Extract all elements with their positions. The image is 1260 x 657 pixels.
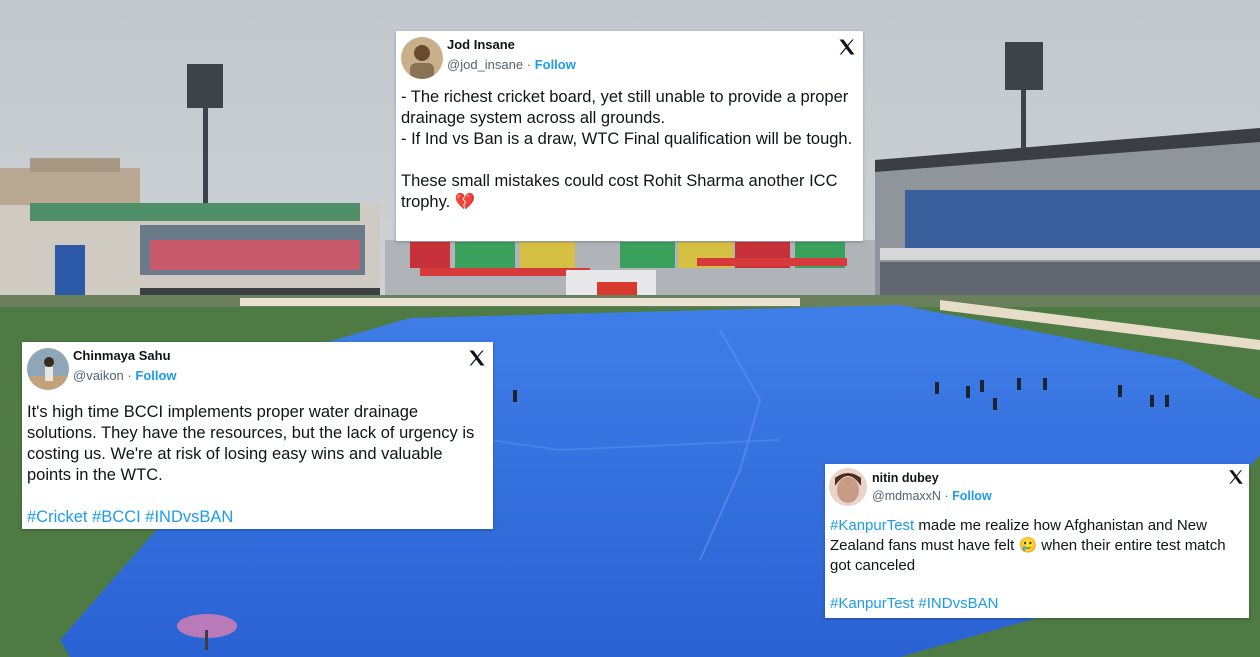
author-handle-line: @mdmaxxN · Follow: [872, 489, 992, 503]
tweet-card-nitin-dubey[interactable]: nitin dubey @mdmaxxN · Follow #KanpurTes…: [825, 464, 1249, 618]
author-handle-line: @jod_insane · Follow: [447, 57, 576, 72]
author-handle[interactable]: @vaikon: [73, 368, 124, 383]
tweet-text: It's high time BCCI implements proper wa…: [22, 402, 493, 528]
separator: ·: [944, 489, 949, 503]
avatar[interactable]: [401, 37, 443, 79]
separator: ·: [127, 368, 132, 383]
author-name[interactable]: Jod Insane: [447, 37, 515, 52]
follow-button[interactable]: Follow: [135, 368, 176, 383]
author-handle-line: @vaikon · Follow: [73, 368, 177, 383]
avatar[interactable]: [829, 468, 867, 506]
hashtag-link[interactable]: #KanpurTest: [830, 517, 914, 534]
author-handle[interactable]: @mdmaxxN: [872, 489, 941, 503]
hashtags[interactable]: #KanpurTest #INDvsBAN: [830, 594, 1244, 614]
center-stand: [385, 240, 885, 302]
follow-button[interactable]: Follow: [535, 57, 576, 72]
author-name[interactable]: Chinmaya Sahu: [73, 348, 171, 363]
hashtags[interactable]: #Cricket #BCCI #INDvsBAN: [27, 507, 488, 528]
x-logo-icon[interactable]: [1227, 468, 1245, 486]
x-logo-icon[interactable]: [467, 348, 487, 368]
right-stand: [875, 128, 1260, 310]
tweet-line: These small mistakes could cost Rohit Sh…: [401, 172, 838, 211]
x-logo-icon[interactable]: [837, 37, 857, 57]
avatar[interactable]: [27, 348, 69, 390]
author-name[interactable]: nitin dubey: [872, 471, 939, 485]
follow-button[interactable]: Follow: [952, 489, 992, 503]
separator: ·: [526, 57, 532, 72]
tweet-text: - The richest cricket board, yet still u…: [396, 87, 863, 213]
tweet-paragraph: It's high time BCCI implements proper wa…: [27, 403, 475, 484]
tweet-line: - If Ind vs Ban is a draw, WTC Final qua…: [401, 130, 853, 148]
tweet-paragraph: #KanpurTest made me realize how Afghanis…: [830, 516, 1244, 576]
tweet-card-chinmaya-sahu[interactable]: Chinmaya Sahu @vaikon · Follow It's high…: [22, 342, 493, 529]
tweet-text: #KanpurTest made me realize how Afghanis…: [825, 516, 1249, 614]
tweet-card-jod-insane[interactable]: Jod Insane @jod_insane · Follow - The ri…: [396, 31, 863, 241]
tweet-line: - The richest cricket board, yet still u…: [401, 88, 849, 127]
author-handle[interactable]: @jod_insane: [447, 57, 523, 72]
